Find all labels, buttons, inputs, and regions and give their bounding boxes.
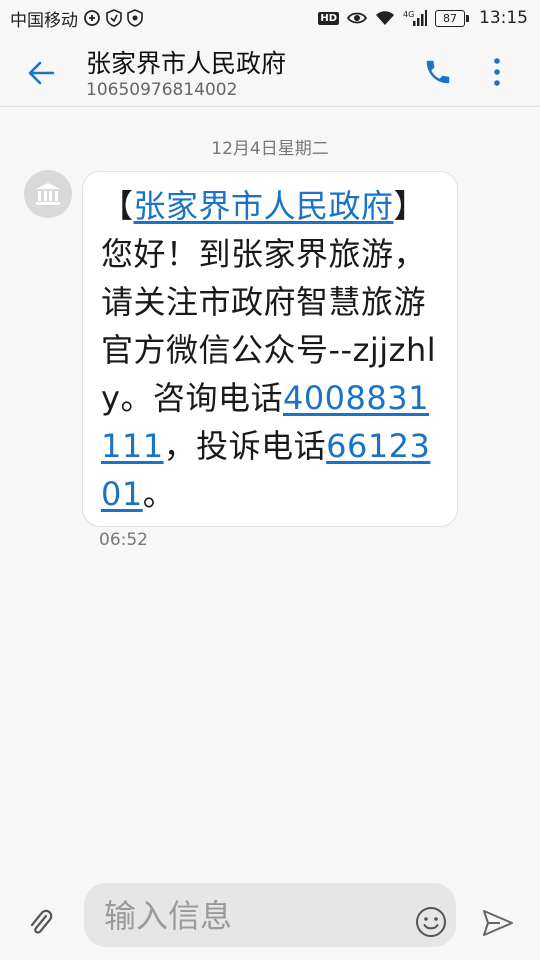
message-input[interactable] — [102, 891, 406, 941]
message-text-3: 。 — [142, 475, 176, 513]
data-saver-icon — [83, 9, 101, 27]
message-bracket: 【 — [101, 187, 134, 225]
date-separator: 12月4日星期二 — [211, 139, 329, 159]
svg-text:4G: 4G — [403, 10, 414, 19]
back-button[interactable] — [22, 54, 60, 92]
back-arrow-icon — [28, 61, 55, 85]
more-vertical-icon — [494, 58, 500, 86]
avatar[interactable] — [24, 170, 72, 218]
eye-comfort-icon — [347, 11, 367, 25]
vpn-shield-icon — [106, 9, 122, 27]
hd-badge: HD — [318, 11, 339, 25]
attach-button[interactable] — [24, 905, 58, 941]
sender-name-link[interactable]: 张家界市人民政府 — [134, 187, 394, 225]
send-button[interactable] — [480, 905, 516, 941]
notification-shield-icon — [127, 9, 143, 27]
paperclip-icon — [30, 909, 53, 934]
contact-name: 张家界市人民政府 — [86, 49, 287, 78]
contact-number: 10650976814002 — [86, 80, 238, 100]
government-building-icon — [36, 183, 60, 205]
status-bar-right: HD 4G 87 13:15 — [318, 0, 528, 36]
message-timestamp: 06:52 — [99, 530, 148, 550]
message-bubble[interactable]: 【张家界市人民政府】您好！到张家界旅游，请关注市政府智慧旅游官方微信公众号--z… — [82, 171, 458, 527]
signal-icon: 4G — [403, 9, 427, 27]
smiley-icon — [416, 907, 446, 937]
wifi-icon — [375, 10, 395, 26]
conversation-header: 张家界市人民政府 10650976814002 — [0, 36, 540, 107]
message-text-2: ，投诉电话 — [163, 427, 327, 465]
call-button[interactable] — [420, 54, 456, 90]
status-bar-left: 中国移动 — [10, 0, 143, 36]
phone-icon — [426, 60, 450, 84]
send-icon — [483, 910, 513, 936]
status-bar: 中国移动 HD 4G 87 13:15 — [0, 0, 540, 36]
battery-indicator: 87 — [435, 9, 469, 27]
more-options-button[interactable] — [482, 54, 512, 90]
status-time: 13:15 — [479, 8, 528, 28]
emoji-button[interactable] — [414, 905, 448, 939]
compose-box — [84, 883, 456, 947]
carrier-name: 中国移动 — [10, 10, 78, 31]
